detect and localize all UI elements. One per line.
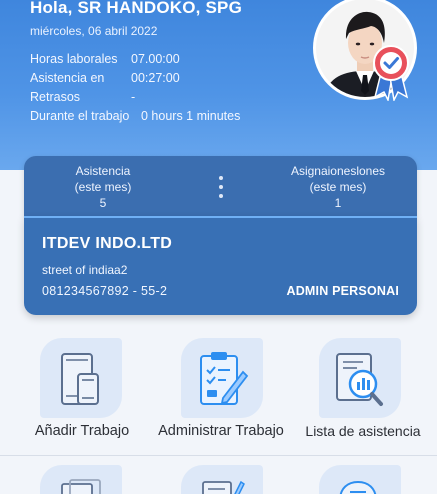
attendance-list-button[interactable]: Lista de asistencia <box>293 338 433 448</box>
form-edit-icon <box>202 480 245 494</box>
attendance-time-value: 00:27:00 <box>131 71 180 85</box>
company-phone: 081234567892 - 55-2 <box>42 284 168 298</box>
manage-work-icon <box>200 352 249 405</box>
manage-work-label: Administrar Trabajo <box>158 423 284 439</box>
current-date: miércoles, 06 abril 2022 <box>30 24 158 38</box>
attendance-stat-value: 5 <box>99 196 107 210</box>
chat-icon <box>339 480 377 494</box>
more-vertical-icon[interactable] <box>217 176 225 198</box>
delays-value: - <box>131 90 136 104</box>
working-hours-label: Horas laborales <box>30 52 118 66</box>
monthly-stats-card: Asistencia (este mes) 5 Asignaioneslones… <box>24 156 417 216</box>
work-duration-value: 0 hours 1 minutes <box>141 109 241 123</box>
add-work-icon <box>61 353 99 405</box>
assignments-stat-value: 1 <box>334 196 342 210</box>
attendance-stat[interactable]: Asistencia (este mes) 5 <box>28 163 178 211</box>
company-name: ITDEV INDO.LTD <box>42 235 173 252</box>
delays-label: Retrasos <box>30 90 81 104</box>
work-duration-label: Durante el trabajo <box>30 109 130 123</box>
attendance-stat-title: Asistencia <box>75 164 131 178</box>
attendance-time-label: Asistencia en <box>30 71 105 85</box>
assignments-stat-period: (este mes) <box>309 180 367 194</box>
manage-work-button[interactable]: Administrar Trabajo <box>151 338 291 448</box>
working-hours-value: 07.00:00 <box>131 52 180 66</box>
attendance-stat-period: (este mes) <box>74 180 132 194</box>
user-role: ADMIN PERSONAI <box>286 284 399 298</box>
company-address: street of indiaa2 <box>42 263 128 277</box>
greeting-text: Hola, SR HANDOKO, SPG <box>30 0 243 17</box>
documents-icon <box>61 479 101 494</box>
attendance-list-label: Lista de asistencia <box>305 423 421 439</box>
add-work-button[interactable]: Añadir Trabajo <box>12 338 152 448</box>
section-divider <box>0 455 437 456</box>
assignments-stat[interactable]: Asignaioneslones (este mes) 1 <box>263 163 413 211</box>
assignments-stat-title: Asignaioneslones <box>290 164 386 178</box>
company-card[interactable]: ITDEV INDO.LTD street of indiaa2 0812345… <box>24 216 417 315</box>
verified-badge-icon <box>373 45 409 101</box>
attendance-list-icon <box>336 353 383 406</box>
add-work-label: Añadir Trabajo <box>34 423 130 439</box>
